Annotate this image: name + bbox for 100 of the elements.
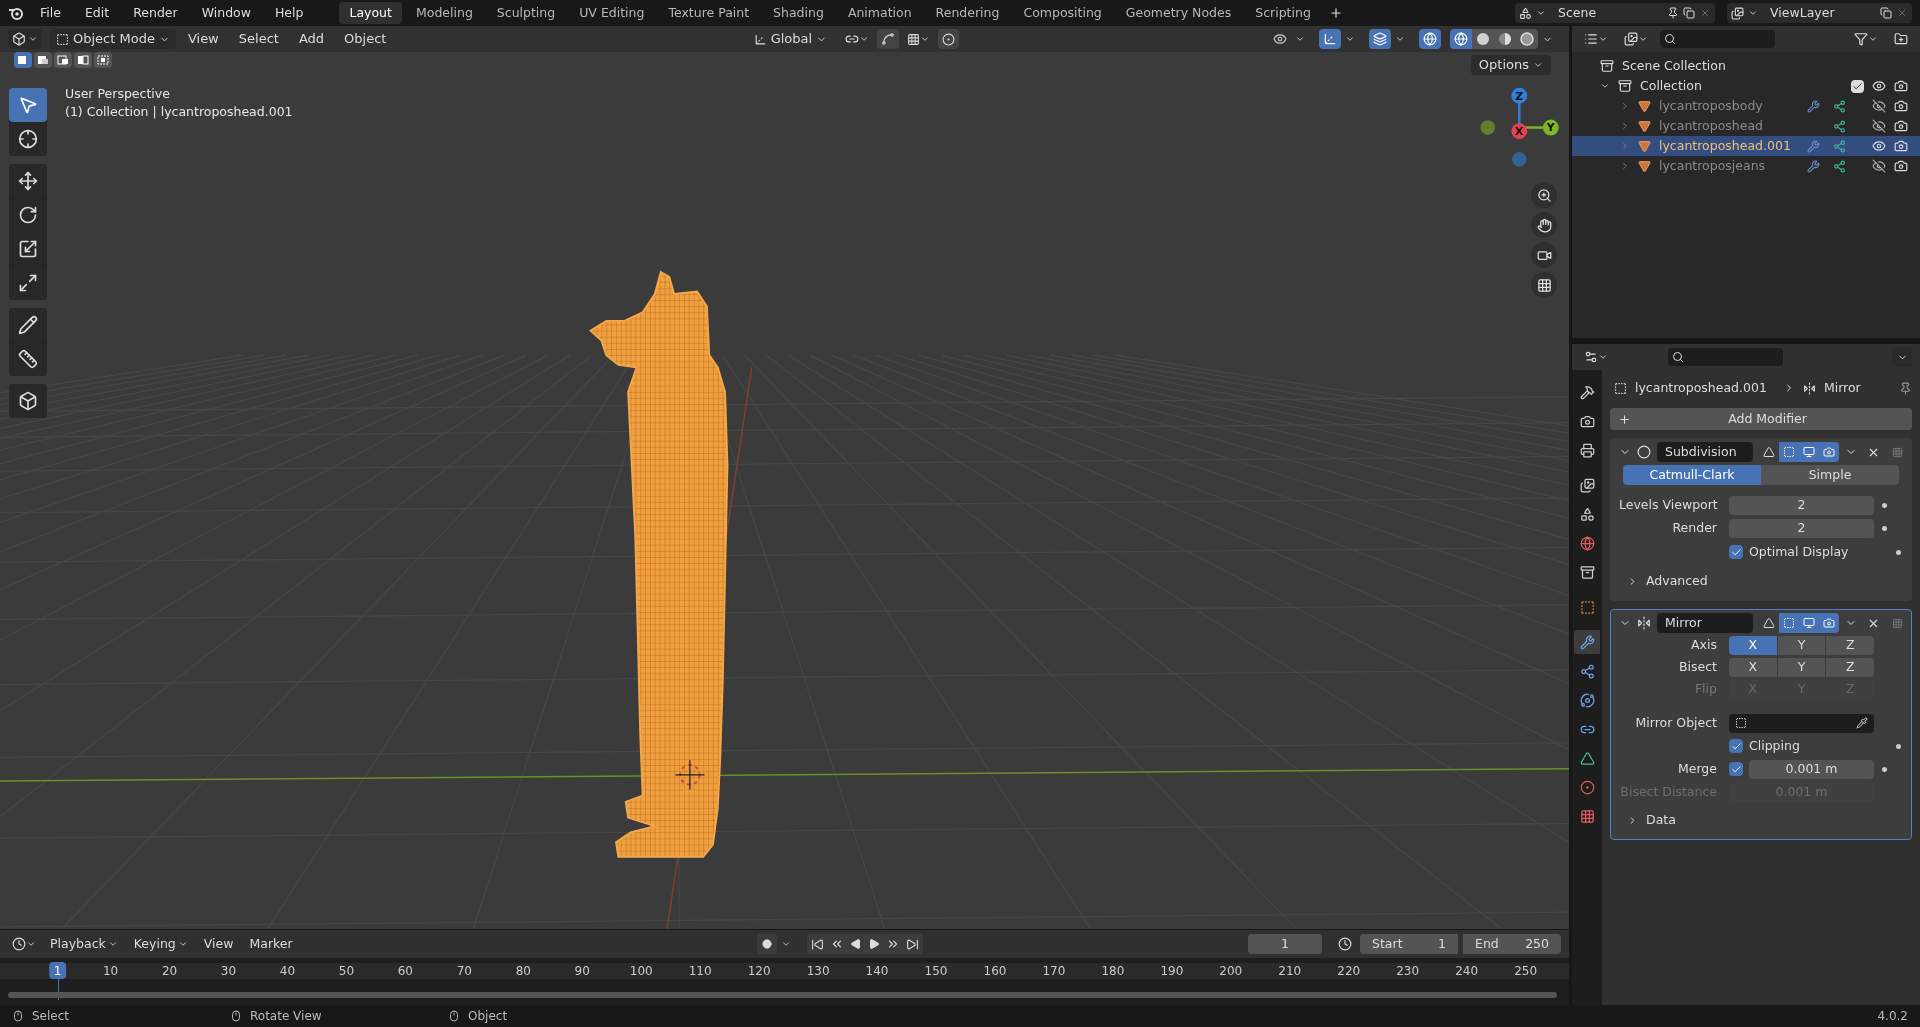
method-tab[interactable]: Catmull-Clark bbox=[1623, 465, 1761, 485]
axis-toggle[interactable]: Y bbox=[1777, 658, 1826, 677]
frame-number: 30 bbox=[220, 963, 237, 980]
frame-number: 20 bbox=[161, 963, 178, 980]
frame-number: 170 bbox=[1042, 963, 1066, 980]
axis-toggle[interactable]: Z bbox=[1826, 658, 1874, 677]
frame-number: 50 bbox=[338, 963, 355, 980]
status-hint: Rotate View bbox=[250, 1008, 322, 1025]
subpanel-header[interactable]: Advanced bbox=[1646, 571, 1708, 591]
navigation-gizmo: X Y Z bbox=[1480, 87, 1559, 167]
outliner-item-label: lycantroposjeans bbox=[1659, 158, 1767, 174]
current-frame-field[interactable]: 1 bbox=[1248, 934, 1322, 954]
menu-item[interactable]: View bbox=[197, 934, 240, 954]
subpanel-header[interactable]: Data bbox=[1646, 810, 1676, 830]
frame-number: 130 bbox=[806, 963, 830, 980]
menu-item[interactable]: View bbox=[179, 29, 227, 49]
status-hint: Select bbox=[32, 1008, 70, 1025]
frame-number: 100 bbox=[629, 963, 653, 980]
field-label: Flip bbox=[1693, 680, 1718, 699]
frame-number: 210 bbox=[1278, 963, 1302, 980]
outliner-item-label: lycantroposhead.001 bbox=[1659, 138, 1792, 154]
frame-number: 190 bbox=[1160, 963, 1184, 980]
frame-number: 60 bbox=[397, 963, 413, 980]
frame-number: 90 bbox=[574, 963, 590, 980]
menu-item[interactable]: Add bbox=[290, 29, 333, 49]
menu-item[interactable]: Select bbox=[230, 29, 287, 49]
field-label: Mirror Object bbox=[1634, 713, 1718, 732]
frame-number: 230 bbox=[1396, 963, 1420, 980]
workspace-tab[interactable]: Rendering bbox=[925, 2, 1010, 24]
number-field[interactable]: 0.001 m bbox=[1749, 759, 1874, 779]
frame-number: 80 bbox=[515, 963, 531, 980]
breadcrumb-item: Mirror bbox=[1823, 378, 1861, 397]
outliner-item-label: lycantroposbody bbox=[1659, 98, 1764, 114]
field-label: Bisect bbox=[1677, 658, 1718, 677]
workspace-tab[interactable]: Compositing bbox=[1013, 2, 1112, 24]
menu-item[interactable]: Object bbox=[336, 29, 395, 49]
workspace-tab[interactable]: Animation bbox=[837, 2, 922, 24]
frame-number: 10 bbox=[102, 963, 119, 980]
add-modifier-button[interactable]: Add Modifier bbox=[1610, 408, 1912, 430]
frame-number: 220 bbox=[1337, 963, 1361, 980]
outliner-row[interactable]: lycantroposbody bbox=[1572, 96, 1920, 116]
workspace-tab[interactable]: Sculpting bbox=[486, 2, 566, 24]
outliner-row[interactable]: lycantroposhead.001 bbox=[1572, 136, 1920, 156]
workspace-tab[interactable]: Layout bbox=[339, 2, 402, 24]
workspace-tab[interactable]: Geometry Nodes bbox=[1115, 2, 1242, 24]
checkbox-label: Optimal Display bbox=[1749, 542, 1850, 561]
workspace-tab[interactable]: Modeling bbox=[405, 2, 483, 24]
axis-toggle[interactable]: Y bbox=[1777, 636, 1826, 655]
modifier-name-field[interactable]: Subdivision bbox=[1657, 442, 1753, 462]
status-hint: Object bbox=[468, 1008, 508, 1025]
menu-item[interactable]: File bbox=[32, 3, 69, 23]
field-label: Render bbox=[1671, 518, 1718, 537]
axis-toggle[interactable]: X bbox=[1729, 658, 1777, 677]
orientation-dropdown[interactable]: Global bbox=[747, 29, 834, 49]
menu-item[interactable]: Edit bbox=[76, 3, 118, 23]
frame-number: 70 bbox=[456, 963, 472, 980]
checkbox-label: Clipping bbox=[1749, 736, 1801, 755]
number-field[interactable]: 2 bbox=[1729, 495, 1874, 515]
breadcrumb-item: lycantroposhead.001 bbox=[1635, 378, 1767, 397]
viewport-info-text: User Perspective bbox=[65, 85, 171, 103]
frame-number: 150 bbox=[924, 963, 948, 980]
menu-item[interactable]: Help bbox=[266, 3, 312, 23]
menu-item[interactable]: Render bbox=[125, 3, 186, 23]
outliner-item[interactable]: Collection bbox=[1640, 76, 1702, 96]
axis-toggle[interactable]: X bbox=[1729, 636, 1777, 655]
outliner-row[interactable]: lycantroposjeans bbox=[1572, 156, 1920, 176]
frame-number: 40 bbox=[279, 963, 296, 980]
view-layer-selector[interactable]: ViewLayer bbox=[1727, 3, 1912, 23]
frame-number: 110 bbox=[688, 963, 712, 980]
outliner-row[interactable]: lycantroposhead bbox=[1572, 116, 1920, 136]
field-label: Axis bbox=[1690, 636, 1718, 655]
frame-number: 200 bbox=[1219, 963, 1243, 980]
start-frame-field[interactable]: Start 1 bbox=[1360, 934, 1458, 954]
menu-item[interactable]: Keying bbox=[127, 934, 194, 954]
modifier-name-field[interactable]: Mirror bbox=[1657, 613, 1753, 633]
number-field[interactable]: 2 bbox=[1729, 518, 1874, 538]
menu-item[interactable]: Marker bbox=[243, 934, 299, 954]
workspace-tab[interactable]: UV Editing bbox=[569, 2, 655, 24]
frame-number: 120 bbox=[747, 963, 771, 980]
workspace-tab[interactable]: Shading bbox=[763, 2, 834, 24]
version-text: 4.0.2 bbox=[1877, 1008, 1908, 1025]
field-label: Merge bbox=[1676, 759, 1718, 778]
options-button[interactable]: Options bbox=[1470, 55, 1551, 75]
frame-number: 180 bbox=[1101, 963, 1125, 980]
frame-number: 140 bbox=[865, 963, 889, 980]
method-tab[interactable]: Simple bbox=[1761, 465, 1899, 485]
mode-dropdown[interactable]: Object Mode bbox=[50, 29, 176, 49]
end-frame-field[interactable]: End 250 bbox=[1463, 934, 1561, 954]
frame-number: 250 bbox=[1514, 963, 1538, 980]
axis-toggle[interactable]: Z bbox=[1826, 636, 1874, 655]
workspace-tab[interactable]: Scripting bbox=[1245, 2, 1321, 24]
frame-number: 240 bbox=[1455, 963, 1479, 980]
outliner-item[interactable]: Scene Collection bbox=[1622, 56, 1726, 76]
field-label: Levels Viewport bbox=[1619, 495, 1719, 514]
workspace-tab[interactable]: Texture Paint bbox=[658, 2, 760, 24]
menu-item[interactable]: Window bbox=[193, 3, 259, 23]
outliner-item-label: lycantroposhead bbox=[1659, 118, 1765, 134]
menu-item[interactable]: Playback bbox=[44, 934, 124, 954]
scene-selector[interactable]: Scene bbox=[1515, 3, 1715, 23]
viewport-info-text: (1) Collection | lycantroposhead.001 bbox=[65, 103, 293, 121]
